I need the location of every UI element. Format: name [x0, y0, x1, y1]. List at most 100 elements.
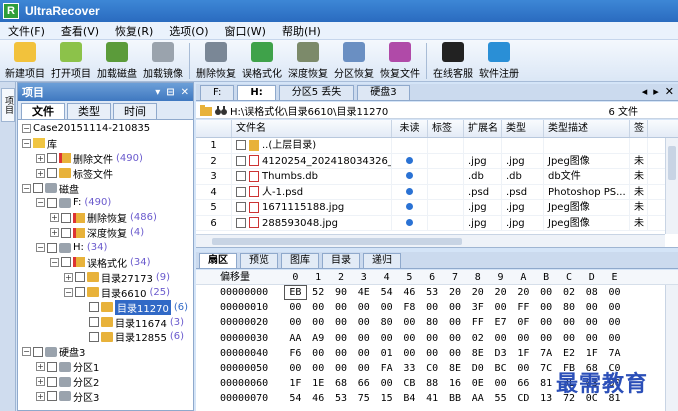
toolbar-button[interactable]: 删除恢复	[193, 40, 239, 82]
doc-tab-control-icon[interactable]: ◂	[642, 85, 648, 98]
hex-byte[interactable]: 00	[535, 300, 558, 315]
hex-byte[interactable]: 00	[444, 331, 467, 346]
tree-node[interactable]: − 目录6610 (25)	[18, 285, 193, 300]
menu-item[interactable]: 查看(V)	[53, 23, 107, 39]
tree-node[interactable]: − Case20151114-210835	[18, 121, 193, 136]
hex-byte[interactable]: C0	[421, 361, 444, 376]
file-list-vertical-scrollbar[interactable]	[665, 138, 678, 234]
hex-byte[interactable]: 1F	[512, 346, 535, 361]
hex-byte[interactable]: 00	[307, 315, 330, 330]
tree-node[interactable]: + 分区1	[18, 359, 193, 374]
hex-byte[interactable]: E2	[558, 346, 581, 361]
toolbar-button[interactable]: 打开项目	[48, 40, 94, 82]
tree-checkbox[interactable]	[47, 391, 57, 402]
hex-byte[interactable]: 13	[535, 391, 558, 406]
hex-byte[interactable]: 20	[444, 285, 467, 300]
hex-byte[interactable]: 00	[375, 300, 398, 315]
tree-checkbox[interactable]	[89, 317, 99, 328]
hex-byte[interactable]: A9	[307, 331, 330, 346]
tree-checkbox[interactable]	[47, 361, 57, 372]
hex-byte[interactable]: BB	[444, 391, 467, 406]
toolbar-button[interactable]: 加载镜像	[140, 40, 186, 82]
tree-node[interactable]: 目录11674 (3)	[18, 315, 193, 330]
hex-byte[interactable]: CD	[512, 391, 535, 406]
file-list-horizontal-scrollbar[interactable]	[196, 234, 665, 247]
hex-byte[interactable]: 00	[489, 331, 512, 346]
hex-byte[interactable]: 00	[535, 315, 558, 330]
bottom-tab[interactable]: 目录	[322, 253, 360, 268]
column-header[interactable]: 未读	[392, 120, 428, 137]
tree-node[interactable]: + 目录27173 (9)	[18, 270, 193, 285]
expand-icon[interactable]: +	[36, 391, 45, 401]
hex-byte[interactable]: 7A	[535, 346, 558, 361]
hex-byte[interactable]: E7	[489, 315, 512, 330]
hex-byte[interactable]: 1F	[580, 346, 603, 361]
hex-byte[interactable]: 7A	[603, 346, 626, 361]
hex-byte[interactable]: 00	[580, 331, 603, 346]
tree-node[interactable]: 目录11270 (6)	[18, 299, 193, 315]
side-tab-project[interactable]: 项目	[1, 88, 15, 122]
tree-checkbox[interactable]	[47, 197, 57, 208]
hex-byte[interactable]: 80	[558, 300, 581, 315]
hex-byte[interactable]: 00	[512, 331, 535, 346]
hex-byte[interactable]: 00	[603, 331, 626, 346]
hex-byte[interactable]: 53	[330, 391, 353, 406]
toolbar-button[interactable]: 误格式化	[239, 40, 285, 82]
hex-byte[interactable]: 00	[375, 376, 398, 391]
tree-checkbox[interactable]	[75, 272, 85, 283]
expand-icon[interactable]: +	[36, 153, 45, 163]
menu-item[interactable]: 窗口(W)	[217, 23, 274, 39]
tree-node[interactable]: 目录12855 (6)	[18, 329, 193, 344]
hex-byte[interactable]: 8E	[466, 346, 489, 361]
collapse-icon[interactable]: −	[22, 183, 31, 193]
hex-byte[interactable]: 00	[535, 331, 558, 346]
tree-node[interactable]: − F: (490)	[18, 195, 193, 210]
hex-byte[interactable]: 66	[352, 376, 375, 391]
tree-checkbox[interactable]	[47, 376, 57, 387]
tree-node[interactable]: − 硬盘3	[18, 344, 193, 359]
file-checkbox[interactable]	[236, 186, 246, 197]
hex-byte[interactable]: 00	[603, 300, 626, 315]
tree-checkbox[interactable]	[61, 257, 71, 268]
file-row[interactable]: 3 Thumbs.db .db .db db文件未	[196, 169, 678, 185]
hex-vertical-scrollbar[interactable]	[665, 285, 678, 411]
expand-icon[interactable]: +	[36, 377, 45, 387]
hex-byte[interactable]: 00	[398, 346, 421, 361]
expand-icon[interactable]: +	[36, 362, 45, 372]
tree-checkbox[interactable]	[33, 183, 43, 193]
hex-byte[interactable]: 46	[398, 285, 421, 300]
panel-control-icon[interactable]: ✕	[181, 87, 189, 98]
tab-0[interactable]: 文件	[21, 103, 65, 119]
hex-byte[interactable]: 00	[558, 331, 581, 346]
hex-byte[interactable]: 15	[375, 391, 398, 406]
hex-byte[interactable]: 0E	[466, 376, 489, 391]
document-tab[interactable]: H:	[237, 85, 276, 100]
toolbar-button[interactable]: 软件注册	[476, 40, 522, 82]
document-tab[interactable]: 硬盘3	[357, 85, 410, 100]
file-checkbox[interactable]	[236, 217, 246, 228]
tree-checkbox[interactable]	[47, 242, 57, 253]
menu-item[interactable]: 选项(O)	[161, 23, 216, 39]
tree-checkbox[interactable]	[75, 287, 85, 298]
column-header[interactable]: 标签	[428, 120, 464, 137]
panel-control-icon[interactable]: ⊟	[166, 87, 174, 98]
hex-byte[interactable]: FF	[512, 300, 535, 315]
hex-byte[interactable]: 7C	[535, 361, 558, 376]
hex-byte[interactable]: F8	[398, 300, 421, 315]
file-row[interactable]: 5 1671115188.jpg .jpg .jpg Jpeg图像未	[196, 200, 678, 216]
bottom-tab[interactable]: 图库	[281, 253, 319, 268]
hex-byte[interactable]: 81	[535, 376, 558, 391]
hex-byte[interactable]: 00	[284, 300, 307, 315]
file-row[interactable]: 24120254_202418034326_2.jpg.jpg.jpgJpeg图…	[196, 153, 678, 169]
hex-byte[interactable]: 00	[580, 315, 603, 330]
hex-byte[interactable]: 00	[352, 346, 375, 361]
doc-tab-control-icon[interactable]: ✕	[665, 85, 674, 98]
file-row[interactable]: 6 288593048.jpg .jpg .jpg Jpeg图像未	[196, 215, 678, 231]
up-folder-icon[interactable]	[200, 104, 212, 116]
hex-byte[interactable]: 02	[558, 285, 581, 300]
hex-byte[interactable]: 00	[444, 346, 467, 361]
hex-byte[interactable]: 08	[580, 285, 603, 300]
hex-byte[interactable]: 41	[421, 391, 444, 406]
menu-item[interactable]: 文件(F)	[0, 23, 53, 39]
hex-byte[interactable]: 00	[352, 361, 375, 376]
